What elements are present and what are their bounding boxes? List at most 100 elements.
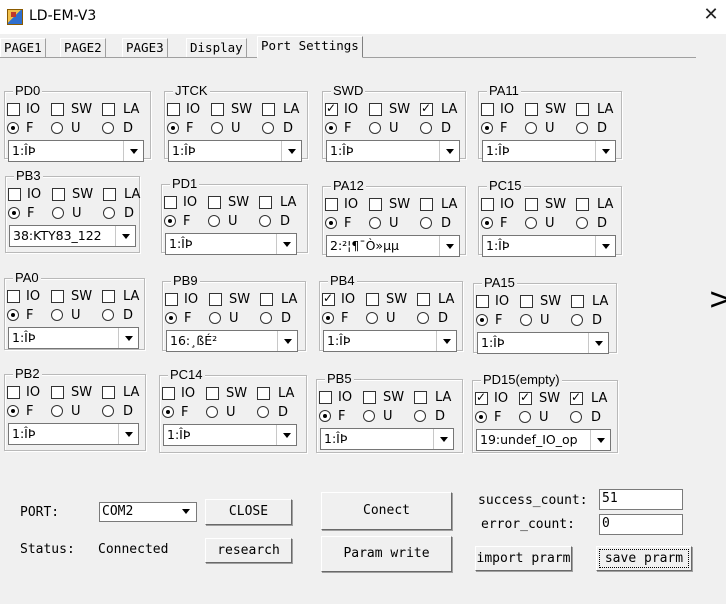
scroll-right-arrow-icon[interactable]: > <box>708 282 726 317</box>
sw-checkbox[interactable] <box>209 293 222 306</box>
chevron-down-icon[interactable] <box>276 425 296 445</box>
port-select[interactable]: COM2 <box>99 502 197 522</box>
la-checkbox[interactable] <box>576 198 589 211</box>
pin-function-select[interactable]: 2:²¦¶¯Ò»µµ <box>326 235 460 257</box>
chevron-down-icon[interactable] <box>439 236 459 256</box>
sw-checkbox[interactable] <box>51 290 64 303</box>
mode-f-radio[interactable] <box>162 406 174 418</box>
mode-f-radio[interactable] <box>322 312 334 324</box>
mode-u-radio[interactable] <box>51 405 63 417</box>
mode-f-radio[interactable] <box>7 309 19 321</box>
la-checkbox[interactable] <box>102 386 115 399</box>
mode-d-radio[interactable] <box>103 207 115 219</box>
mode-d-radio[interactable] <box>102 122 114 134</box>
la-checkbox[interactable] <box>257 387 270 400</box>
io-checkbox[interactable] <box>476 295 489 308</box>
tab-port-settings[interactable]: Port Settings <box>257 36 363 58</box>
mode-d-radio[interactable] <box>576 217 588 229</box>
sw-checkbox[interactable] <box>520 295 533 308</box>
mode-u-radio[interactable] <box>211 122 223 134</box>
mode-f-radio[interactable] <box>165 312 177 324</box>
mode-u-radio[interactable] <box>369 122 381 134</box>
chevron-down-icon[interactable] <box>178 504 195 519</box>
chevron-down-icon[interactable] <box>277 331 297 351</box>
param-write-button[interactable]: Param write <box>321 536 452 572</box>
io-checkbox[interactable] <box>8 188 21 201</box>
pin-function-select[interactable]: 16:¸ßÉ² <box>166 330 298 352</box>
sw-checkbox[interactable] <box>519 390 532 405</box>
mode-d-radio[interactable] <box>102 309 114 321</box>
mode-d-radio[interactable] <box>259 215 271 227</box>
mode-d-radio[interactable] <box>262 122 274 134</box>
chevron-down-icon[interactable] <box>433 429 453 449</box>
la-checkbox[interactable] <box>576 103 589 116</box>
la-checkbox[interactable] <box>420 198 433 211</box>
chevron-down-icon[interactable] <box>118 328 138 348</box>
mode-f-radio[interactable] <box>481 217 493 229</box>
chevron-down-icon[interactable] <box>281 141 301 161</box>
la-checkbox[interactable] <box>571 295 584 308</box>
sw-checkbox[interactable] <box>51 103 64 116</box>
mode-d-radio[interactable] <box>260 312 272 324</box>
mode-d-radio[interactable] <box>571 314 583 326</box>
la-checkbox[interactable] <box>103 188 116 201</box>
io-checkbox[interactable] <box>162 387 175 400</box>
mode-u-radio[interactable] <box>363 410 375 422</box>
io-checkbox[interactable] <box>475 390 488 405</box>
pin-function-select[interactable]: 19:undef_IO_op <box>476 429 611 451</box>
mode-u-radio[interactable] <box>525 122 537 134</box>
mode-f-radio[interactable] <box>475 411 487 423</box>
mode-d-radio[interactable] <box>576 122 588 134</box>
mode-u-radio[interactable] <box>51 309 63 321</box>
sw-checkbox[interactable] <box>363 391 376 404</box>
la-checkbox[interactable] <box>260 293 273 306</box>
io-checkbox[interactable] <box>481 103 494 116</box>
io-checkbox[interactable] <box>7 103 20 116</box>
mode-d-radio[interactable] <box>570 411 582 423</box>
la-checkbox[interactable] <box>102 290 115 303</box>
success-count-field[interactable]: 51 <box>599 489 683 510</box>
la-checkbox[interactable] <box>417 293 430 306</box>
la-checkbox[interactable] <box>420 101 433 116</box>
pin-function-select[interactable]: 1:ÎÞ <box>326 140 460 162</box>
mode-u-radio[interactable] <box>208 215 220 227</box>
chevron-down-icon[interactable] <box>276 234 296 254</box>
mode-u-radio[interactable] <box>519 411 531 423</box>
mode-f-radio[interactable] <box>319 410 331 422</box>
la-checkbox[interactable] <box>570 390 583 405</box>
chevron-down-icon[interactable] <box>595 141 615 161</box>
pin-function-select[interactable]: 1:ÎÞ <box>163 424 297 446</box>
mode-u-radio[interactable] <box>206 406 218 418</box>
research-button[interactable]: research <box>205 538 292 563</box>
pin-function-select[interactable]: 1:ÎÞ <box>8 327 139 349</box>
mode-d-radio[interactable] <box>414 410 426 422</box>
pin-function-select[interactable]: 1:ÎÞ <box>8 423 139 445</box>
mode-d-radio[interactable] <box>102 405 114 417</box>
io-checkbox[interactable] <box>167 103 180 116</box>
mode-f-radio[interactable] <box>167 122 179 134</box>
mode-u-radio[interactable] <box>369 217 381 229</box>
sw-checkbox[interactable] <box>366 293 379 306</box>
mode-f-radio[interactable] <box>325 217 337 229</box>
save-param-button[interactable]: save prarm <box>596 546 692 571</box>
mode-u-radio[interactable] <box>51 122 63 134</box>
chevron-down-icon[interactable] <box>436 331 456 351</box>
mode-d-radio[interactable] <box>420 122 432 134</box>
tab-display[interactable]: Display <box>186 38 247 58</box>
mode-f-radio[interactable] <box>8 207 20 219</box>
mode-u-radio[interactable] <box>520 314 532 326</box>
chevron-down-icon[interactable] <box>588 333 608 353</box>
sw-checkbox[interactable] <box>525 103 538 116</box>
tab-page3[interactable]: PAGE3 <box>122 38 168 58</box>
pin-function-select[interactable]: 1:ÎÞ <box>8 140 144 162</box>
pin-function-select[interactable]: 1:ÎÞ <box>482 140 616 162</box>
mode-f-radio[interactable] <box>7 405 19 417</box>
sw-checkbox[interactable] <box>208 196 221 209</box>
chevron-down-icon[interactable] <box>595 236 615 256</box>
io-checkbox[interactable] <box>325 101 338 116</box>
pin-function-select[interactable]: 38:KTY83_122 <box>9 225 136 247</box>
chevron-down-icon[interactable] <box>590 430 610 450</box>
tab-page2[interactable]: PAGE2 <box>60 38 106 58</box>
mode-f-radio[interactable] <box>476 314 488 326</box>
mode-u-radio[interactable] <box>525 217 537 229</box>
